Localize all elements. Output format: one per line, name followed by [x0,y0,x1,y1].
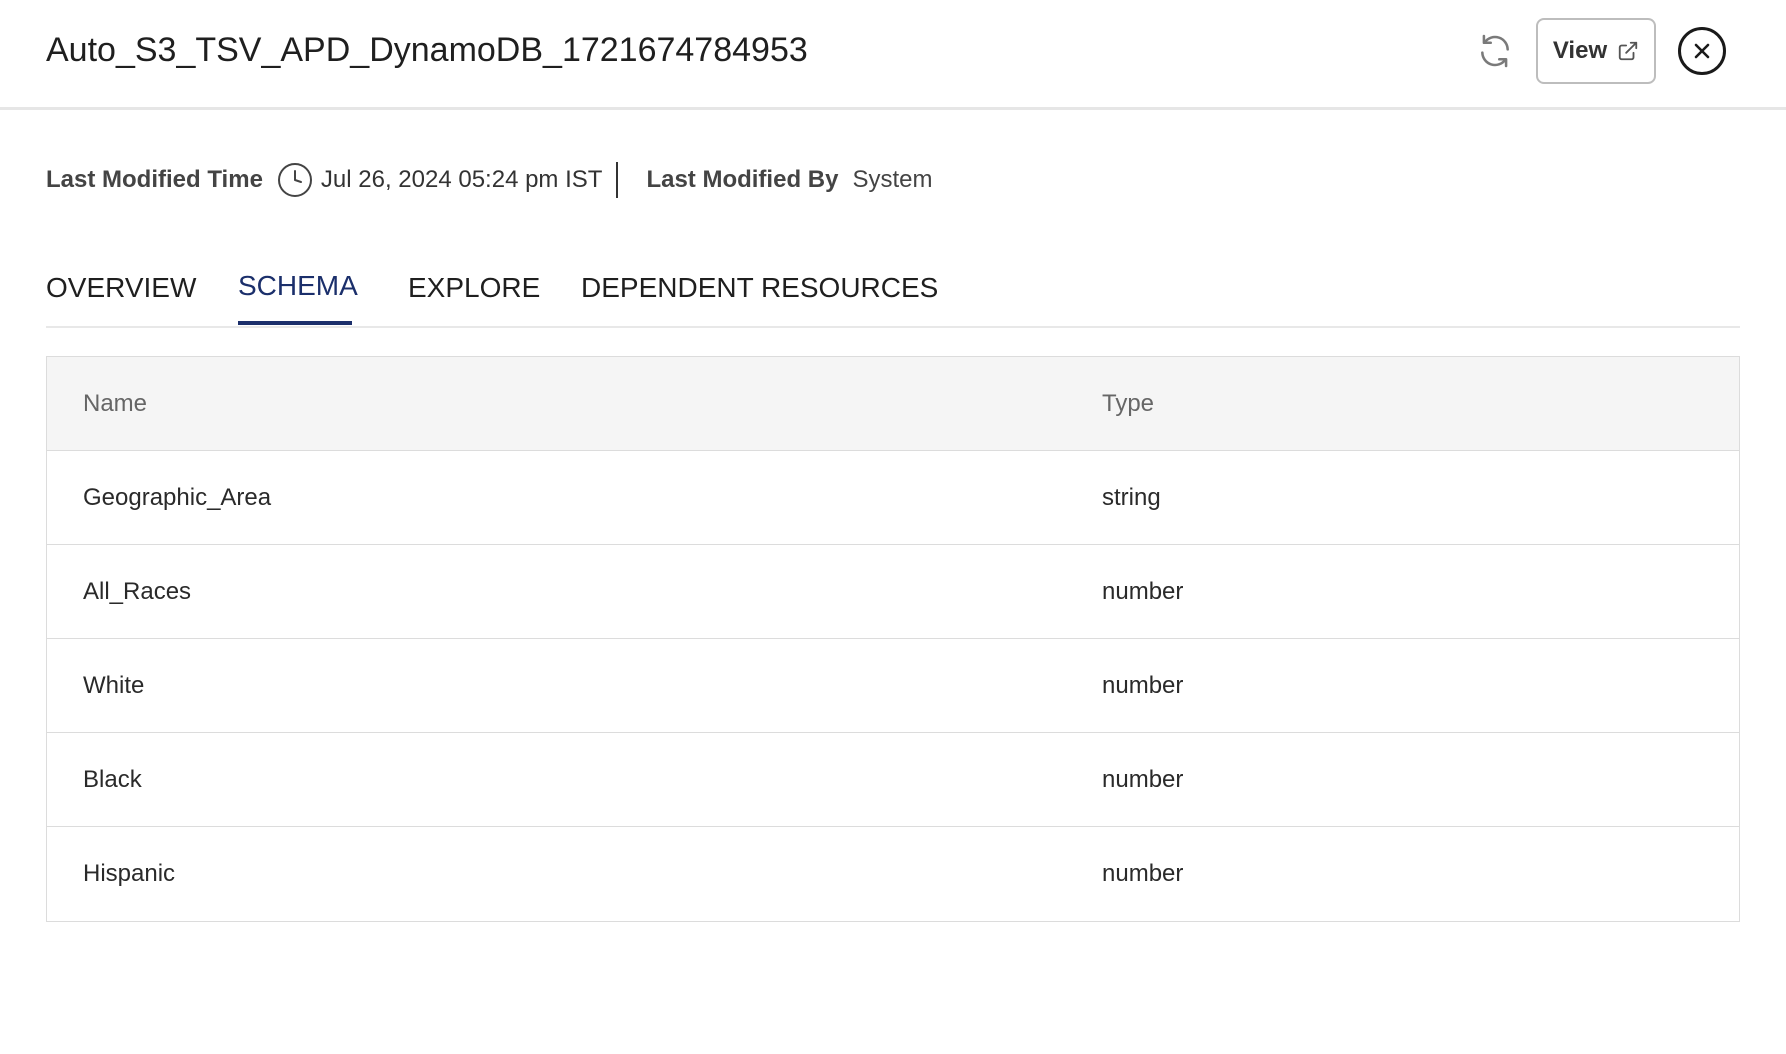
column-header-type: Type [1102,389,1155,417]
field-name: All_Races [83,577,192,605]
table-header-row: Name Type [47,357,1739,451]
field-name: White [83,671,145,699]
table-row: Hispanic number [47,827,1739,921]
view-button-label: View [1552,37,1608,64]
close-button[interactable] [1678,27,1726,75]
tab-dependent-resources[interactable]: DEPENDENT RESOURCES [581,268,938,308]
column-header-name: Name [83,389,148,417]
last-modified-time-value: Jul 26, 2024 05:24 pm IST [320,166,603,193]
last-modified-by-value: System [852,166,933,193]
field-name: Geographic_Area [83,483,272,511]
clock-icon [277,162,313,198]
table-row: Geographic_Area string [47,451,1739,545]
field-type: number [1102,671,1184,699]
schema-table: Name Type Geographic_Area string All_Rac… [46,356,1740,922]
field-name: Black [83,765,142,793]
view-button[interactable]: View [1536,18,1656,84]
last-modified-time-label: Last Modified Time [46,166,263,193]
meta-divider [616,162,619,198]
close-icon [1694,43,1710,59]
tab-schema[interactable]: SCHEMA [238,266,358,306]
field-type: number [1102,860,1184,887]
last-modified-by-label: Last Modified By [646,166,839,193]
modification-info: Last Modified Time Jul 26, 2024 05:24 pm… [46,160,932,200]
tab-overview[interactable]: OVERVIEW [46,268,196,308]
field-type: string [1102,483,1161,511]
field-type: number [1102,577,1184,605]
refresh-button[interactable] [1474,30,1516,72]
field-name: Hispanic [83,860,176,887]
dialog-header: Auto_S3_TSV_APD_DynamoDB_1721674784953 V… [0,0,1786,110]
tab-bar: OVERVIEW SCHEMA EXPLORE DEPENDENT RESOUR… [46,258,1740,328]
external-link-icon [1618,41,1638,61]
field-type: number [1102,765,1184,793]
tab-explore[interactable]: EXPLORE [408,268,540,308]
refresh-icon [1481,34,1509,68]
table-row: White number [47,639,1739,733]
table-row: Black number [47,733,1739,827]
dataset-title: Auto_S3_TSV_APD_DynamoDB_1721674784953 [46,31,808,69]
active-tab-indicator [238,321,352,325]
table-row: All_Races number [47,545,1739,639]
